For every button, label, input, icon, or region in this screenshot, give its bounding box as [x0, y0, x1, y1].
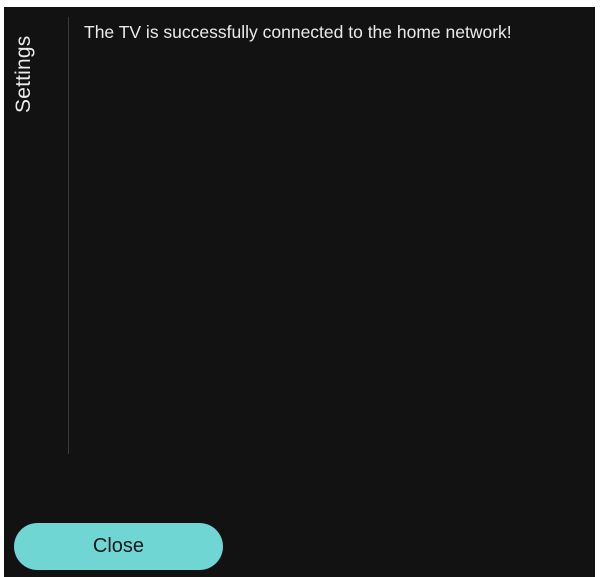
tv-settings-screen: Settings The TV is successfully connecte…: [4, 7, 595, 577]
connection-status-message: The TV is successfully connected to the …: [84, 22, 512, 42]
sidebar-title-container: Settings: [10, 15, 44, 115]
close-button[interactable]: Close: [14, 523, 223, 570]
sidebar-title: Settings: [12, 35, 35, 113]
sidebar-divider: [68, 17, 69, 454]
